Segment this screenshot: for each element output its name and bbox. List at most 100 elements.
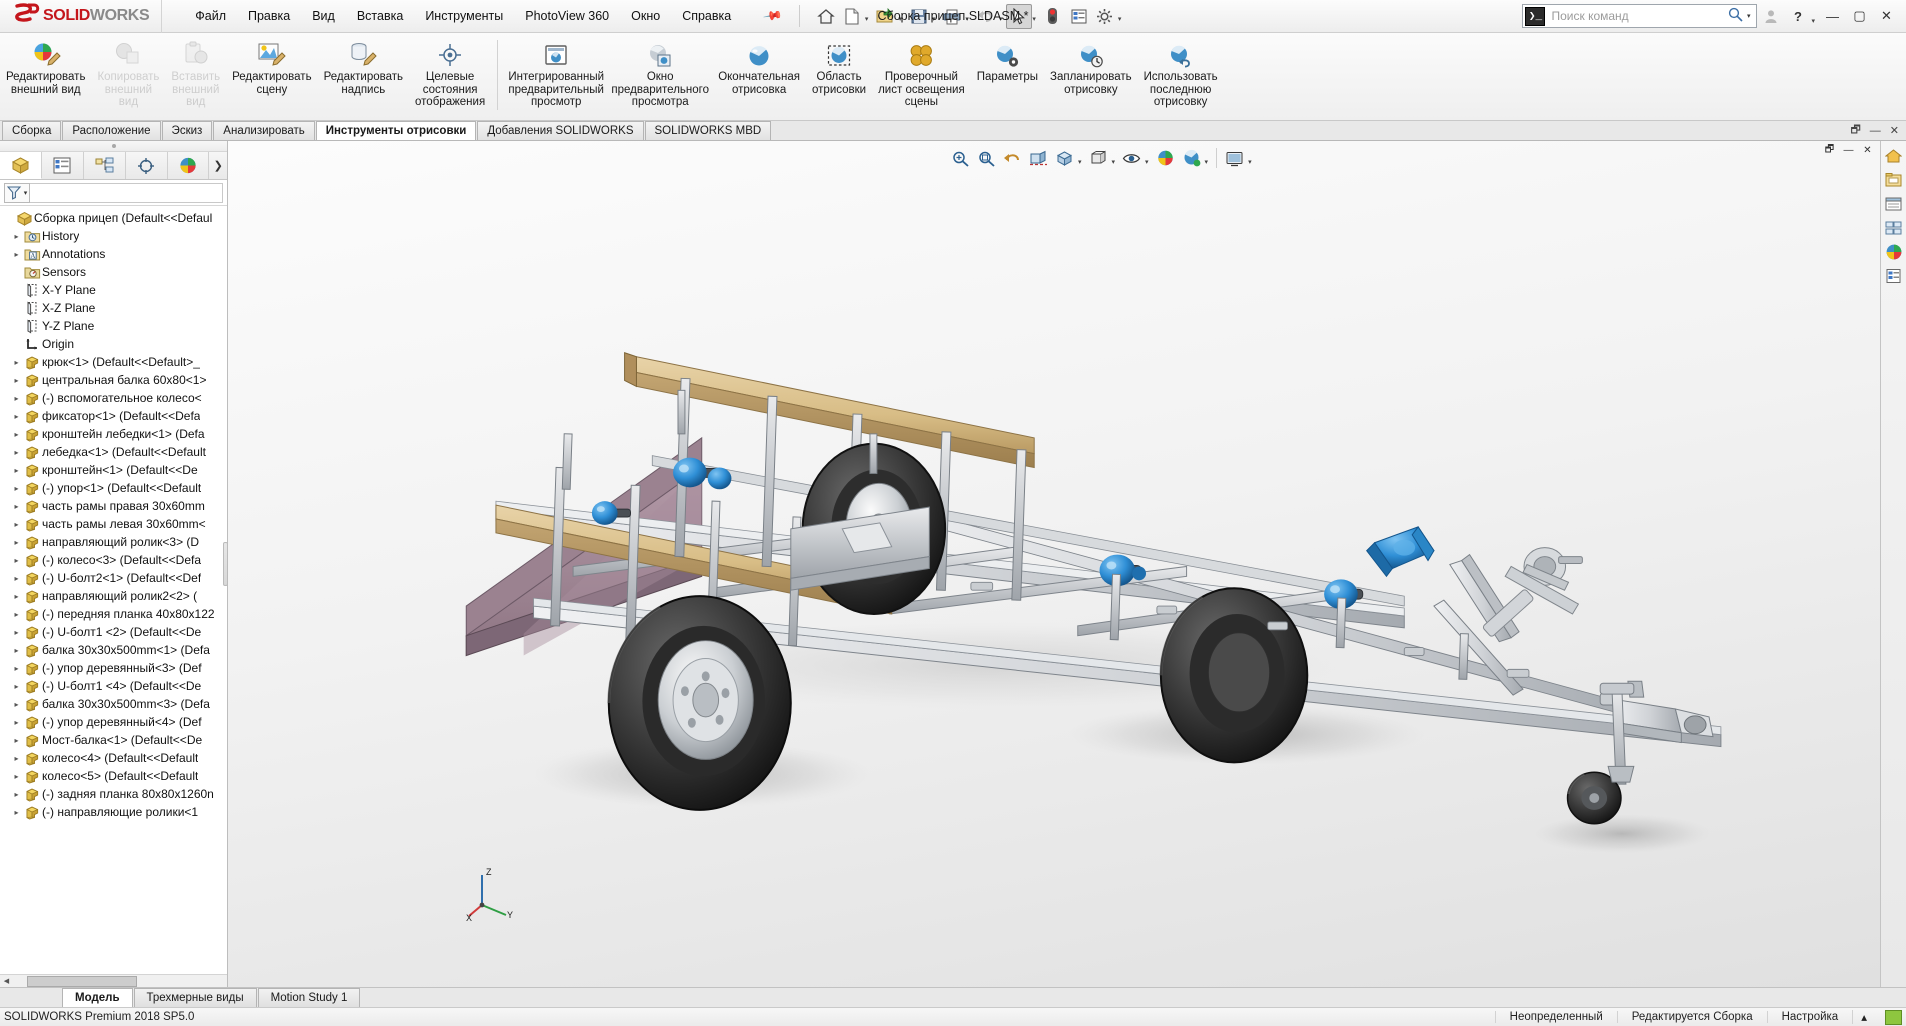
expand-arrow-icon[interactable]: ▸ [10,664,23,673]
tab-display-manager[interactable] [168,152,210,179]
menu-item-view[interactable]: Вид [301,6,346,26]
panel-drag-handle[interactable] [0,141,227,152]
rail-view-palette-button[interactable] [1883,217,1905,239]
recall-last-render-button[interactable]: Использовать последнюю отрисовку [1138,36,1224,112]
schedule-render-button[interactable]: Запланировать отрисовку [1044,36,1138,99]
tree-node[interactable]: ▸ часть рамы левая 30x60mm< [0,515,227,533]
tree-node[interactable]: ▸ направляющий ролик2<2> ( [0,587,227,605]
tree-node[interactable]: ▸ часть рамы правая 30x60mm [0,497,227,515]
tree-node[interactable]: ▸ балка 30x30x500mm<1> (Defa [0,641,227,659]
tab-render-tools[interactable]: Инструменты отрисовки [316,121,477,140]
search-icon[interactable] [1728,7,1743,25]
section-view-button[interactable] [1026,146,1051,170]
expand-arrow-icon[interactable]: ▸ [10,556,23,565]
maximize-window-button[interactable]: ▢ [1846,4,1873,29]
tree-node[interactable]: ▸ крюк<1> (Default<<Default>_ [0,353,227,371]
rail-appearances-button[interactable] [1883,241,1905,263]
restore-window-icon[interactable]: 🗗 [1847,121,1863,140]
settings-button[interactable] [1092,4,1118,29]
tab-dimxpert-manager[interactable] [126,152,168,179]
filter-funnel-icon[interactable]: ▾ [4,183,30,203]
expand-arrow-icon[interactable]: ▸ [10,520,23,529]
tree-node[interactable]: ▸ (-) направляющие ролики<1 [0,803,227,821]
rebuild-button[interactable] [1040,4,1066,29]
tab-property-manager[interactable] [42,152,84,179]
account-icon[interactable] [1757,4,1784,29]
tree-node[interactable]: ▸ кронштейн лебедки<1> (Defa [0,425,227,443]
tree-node[interactable]: ▸ Sensors [0,263,227,281]
chevron-down-icon[interactable]: ▾ [865,15,869,29]
edit-appearance-button[interactable]: Редактировать внешний вид [0,36,91,99]
command-search-box[interactable]: ❯_ Поиск команд ▾ [1522,4,1757,28]
menu-item-file[interactable]: Файл [184,6,237,26]
tree-node[interactable]: ▸ фиксатор<1> (Default<<Defa [0,407,227,425]
chevron-down-icon[interactable]: ▾ [1248,158,1252,171]
expand-arrow-icon[interactable]: ▸ [10,448,23,457]
chevron-down-icon[interactable]: ▾ [1118,15,1122,29]
tree-node[interactable]: ▸ (-) упор<1> (Default<<Default [0,479,227,497]
rail-custom-properties-button[interactable] [1883,265,1905,287]
tree-node[interactable]: ▸ колесо<4> (Default<<Default [0,749,227,767]
close-viewport-icon[interactable]: ✕ [1859,143,1876,158]
help-button[interactable]: ? [1784,4,1811,29]
chevron-down-icon[interactable]: ▾ [1112,158,1116,171]
expand-arrow-icon[interactable]: ▸ [10,610,23,619]
zoom-to-fit-button[interactable] [948,146,973,170]
menu-item-help[interactable]: Справка [671,6,742,26]
expand-arrow-icon[interactable]: ▸ [10,394,23,403]
search-dropdown-icon[interactable]: ▾ [1747,12,1751,27]
tree-node[interactable]: ▸ History [0,227,227,245]
close-window-button[interactable]: ✕ [1873,4,1900,29]
zoom-to-area-button[interactable] [974,146,999,170]
tab-evaluate[interactable]: Анализировать [213,121,314,140]
expand-arrow-icon[interactable]: ▸ [10,250,23,259]
minimize-window-icon[interactable]: — [1867,125,1884,137]
tab-3d-views[interactable]: Трехмерные виды [134,988,257,1007]
menu-item-window[interactable]: Окно [620,6,671,26]
tab-sketch[interactable]: Эскиз [162,121,213,140]
tab-solidworks-mbd[interactable]: SOLIDWORKS MBD [645,121,772,140]
expand-arrow-icon[interactable]: ▸ [10,430,23,439]
expand-arrow-icon[interactable]: ▸ [10,682,23,691]
scene-button[interactable] [1179,146,1204,170]
menu-item-edit[interactable]: Правка [237,6,301,26]
tab-layout[interactable]: Расположение [62,121,160,140]
tab-configuration-manager[interactable] [84,152,126,179]
tree-node[interactable]: ▸ кронштейн<1> (Default<<De [0,461,227,479]
tree-node[interactable]: ▸ балка 30x30x500mm<3> (Defa [0,695,227,713]
minimize-window-button[interactable]: — [1819,4,1846,29]
home-button[interactable] [813,4,839,29]
expand-arrow-icon[interactable]: ▸ [10,376,23,385]
more-tabs-button[interactable]: ❯ [209,152,227,179]
copy-appearance-button[interactable]: Копировать внешний вид [91,36,165,112]
graphics-viewport[interactable]: ▾ ▾ ▾ [228,141,1880,987]
expand-arrow-icon[interactable]: ▸ [10,466,23,475]
expand-arrow-icon[interactable]: ▸ [10,502,23,511]
tree-node[interactable]: ▸ A Annotations [0,245,227,263]
tree-root-node[interactable]: ▸ Сборка прицеп (Default<<Defaul [0,209,227,227]
expand-arrow-icon[interactable]: ▸ [10,592,23,601]
render-options-button[interactable]: Параметры [971,36,1044,87]
help-dropdown-icon[interactable]: ▾ [1811,17,1815,29]
expand-arrow-icon[interactable]: ▸ [10,412,23,421]
expand-arrow-icon[interactable]: ▸ [10,772,23,781]
new-document-button[interactable] [839,4,865,29]
tab-motion-study[interactable]: Motion Study 1 [258,988,361,1007]
expand-arrow-icon[interactable]: ▸ [10,628,23,637]
display-states-button[interactable]: Целевые состояния отображения [409,36,491,112]
tree-node[interactable]: ▸ (-) упор деревянный<3> (Def [0,659,227,677]
expand-arrow-icon[interactable]: ▸ [10,484,23,493]
tree-node[interactable]: ▸ (-) упор деревянный<4> (Def [0,713,227,731]
trailer-assembly-model[interactable] [228,141,1880,987]
expand-arrow-icon[interactable]: ▸ [10,808,23,817]
expand-arrow-icon[interactable]: ▸ [10,700,23,709]
menu-item-tools[interactable]: Инструменты [414,6,514,26]
preview-window-button[interactable]: Окно предварительного просмотра [608,36,712,112]
menu-item-photoview[interactable]: PhotoView 360 [514,6,620,26]
edit-scene-button[interactable]: Редактировать сцену [226,36,317,99]
pushpin-icon[interactable]: 📌 [752,0,795,35]
lighting-proof-sheet-button[interactable]: Проверочный лист освещения сцены [872,36,971,112]
close-window-icon[interactable]: ✕ [1887,124,1902,137]
tree-node[interactable]: ▸ (-) U-болт2<1> (Default<<Def [0,569,227,587]
tree-node[interactable]: ▸ лебедка<1> (Default<<Default [0,443,227,461]
